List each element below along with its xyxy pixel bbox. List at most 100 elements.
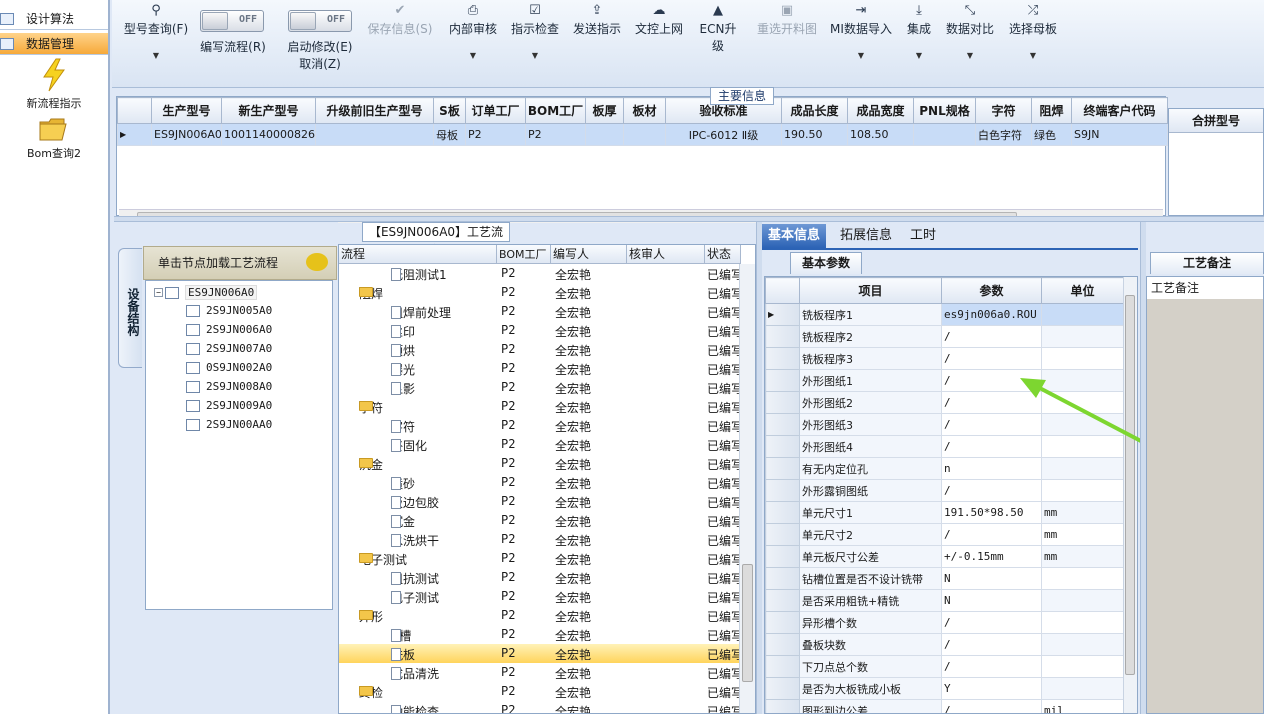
- flow-author-cell[interactable]: 全宏艳: [555, 551, 591, 568]
- chevron-down-icon[interactable]: ▼: [118, 51, 194, 60]
- table-row[interactable]: 外形露铜图纸 /: [765, 479, 1124, 502]
- ecn-upgrade-button[interactable]: ▲ ECN升级: [694, 2, 742, 54]
- chevron-down-icon[interactable]: ▼: [446, 51, 500, 60]
- flow-status-cell[interactable]: 已编写: [707, 513, 739, 530]
- flow-author-cell[interactable]: 全宏艳: [555, 399, 591, 416]
- table-cell[interactable]: S9JN: [1071, 123, 1168, 146]
- flow-author-cell[interactable]: 全宏艳: [555, 608, 591, 625]
- flow-status-cell[interactable]: 已编写: [707, 285, 739, 302]
- flow-step-row[interactable]: 显影 P2 全宏艳 已编写: [339, 378, 739, 397]
- flow-factory-cell[interactable]: P2: [501, 380, 515, 394]
- flow-author-cell[interactable]: 全宏艳: [555, 285, 591, 302]
- flow-status-cell[interactable]: 已编写: [707, 589, 739, 606]
- table-cell[interactable]: IPC-6012 Ⅱ级: [665, 123, 782, 146]
- column-header[interactable]: 终端客户代码: [1071, 97, 1168, 124]
- flow-group-row[interactable]: −字符 P2 全宏艳 已编写: [339, 397, 739, 416]
- flow-factory-cell[interactable]: P2: [501, 342, 515, 356]
- doc-upload-button[interactable]: ☁ 文控上网: [632, 2, 686, 37]
- flow-group-row[interactable]: −外形 P2 全宏艳 已编写: [339, 606, 739, 625]
- flow-factory-cell[interactable]: P2: [501, 418, 515, 432]
- table-row[interactable]: 叠板块数 /: [765, 633, 1124, 656]
- flow-step-row[interactable]: 丝印 P2 全宏艳 已编写: [339, 321, 739, 340]
- table-row[interactable]: 异形槽个数 /: [765, 611, 1124, 634]
- table-cell[interactable]: ES9JN006A0: [151, 123, 222, 146]
- flow-step-row[interactable]: 沉金 P2 全宏艳 已编写: [339, 511, 739, 530]
- flow-author-cell[interactable]: 全宏艳: [555, 361, 591, 378]
- table-row[interactable]: 单元尺寸1 191.50*98.50 mm: [765, 501, 1124, 524]
- table-cell[interactable]: 母板: [433, 123, 466, 146]
- table-row[interactable]: ▶ 铣板程序1 es9jn006a0.ROU: [765, 303, 1124, 326]
- flow-status-cell[interactable]: 已编写: [707, 532, 739, 549]
- flow-status-cell[interactable]: 已编写: [707, 380, 739, 397]
- flow-status-cell[interactable]: 已编写: [707, 646, 739, 663]
- table-row[interactable]: 是否为大板铣成小板 Y: [765, 677, 1124, 700]
- flow-status-cell[interactable]: 已编写: [707, 494, 739, 511]
- flow-author-cell[interactable]: 全宏艳: [555, 342, 591, 359]
- select-master-button[interactable]: ⤮ 选择母板 ▼: [1004, 2, 1062, 60]
- flow-author-cell[interactable]: 全宏艳: [555, 665, 591, 682]
- column-header[interactable]: 板材: [623, 97, 666, 124]
- flow-status-cell[interactable]: 已编写: [707, 456, 739, 473]
- tree-node-root[interactable]: − ES9JN006A0: [154, 285, 258, 300]
- table-row[interactable]: 下刀点总个数 /: [765, 655, 1124, 678]
- flow-group-row[interactable]: −电子测试 P2 全宏艳 已编写: [339, 549, 739, 568]
- tab-extended-info[interactable]: 拓展信息: [834, 224, 898, 248]
- flow-status-cell[interactable]: 已编写: [707, 551, 739, 568]
- flow-status-cell[interactable]: 已编写: [707, 437, 739, 454]
- flow-step-row[interactable]: 成品清洗 P2 全宏艳 已编写: [339, 663, 739, 682]
- tree-node[interactable]: 2S9JN005A0: [186, 304, 272, 317]
- flow-step-row[interactable]: 字符 P2 全宏艳 已编写: [339, 416, 739, 435]
- param-param-cell[interactable]: /: [941, 325, 1042, 348]
- flow-step-row[interactable]: V槽 P2 全宏艳 已编写: [339, 625, 739, 644]
- column-header[interactable]: 核审人: [627, 245, 705, 264]
- column-header[interactable]: 成品宽度: [847, 97, 914, 124]
- tree-node[interactable]: 2S9JN006A0: [186, 323, 272, 336]
- table-cell[interactable]: P2: [525, 123, 586, 146]
- send-indicator-button[interactable]: ⇪ 发送指示: [570, 2, 624, 37]
- flow-factory-cell[interactable]: P2: [501, 570, 515, 584]
- column-header[interactable]: 板厚: [585, 97, 624, 124]
- column-header[interactable]: 编写人: [551, 245, 627, 264]
- mi-import-button[interactable]: ⇥ MI数据导入 ▼: [828, 2, 894, 60]
- nav-item-design-algorithm[interactable]: 设计算法: [0, 8, 108, 30]
- flow-status-cell[interactable]: 已编写: [707, 608, 739, 625]
- nav-item-data-management[interactable]: 数据管理: [0, 33, 108, 55]
- param-param-cell[interactable]: /: [941, 699, 1042, 713]
- table-row[interactable]: 铣板程序3/: [765, 347, 1124, 370]
- param-param-cell[interactable]: N: [941, 589, 1042, 612]
- flow-factory-cell[interactable]: P2: [501, 703, 515, 713]
- table-cell[interactable]: 白色字符: [975, 123, 1032, 146]
- flow-step-row[interactable]: 预烘 P2 全宏艳 已编写: [339, 340, 739, 359]
- scroll-thumb[interactable]: [1125, 295, 1135, 675]
- flow-step-row[interactable]: 喷砂 P2 全宏艳 已编写: [339, 473, 739, 492]
- flow-factory-cell[interactable]: P2: [501, 323, 515, 337]
- bom-query2-button[interactable]: Bom查询2: [0, 116, 108, 161]
- flow-author-cell[interactable]: 全宏艳: [555, 437, 591, 454]
- column-header[interactable]: 新生产型号: [221, 97, 316, 124]
- flow-status-cell[interactable]: 已编写: [707, 418, 739, 435]
- flow-step-row[interactable]: 板边包胶 P2 全宏艳 已编写: [339, 492, 739, 511]
- column-header[interactable]: BOM工厂: [497, 245, 551, 264]
- flow-status-cell[interactable]: 已编写: [707, 304, 739, 321]
- table-cell[interactable]: [585, 123, 624, 146]
- tree-node[interactable]: 2S9JN009A0: [186, 399, 272, 412]
- table-row[interactable]: 是否采用粗铣+精铣 N: [765, 589, 1124, 612]
- flow-status-cell[interactable]: 已编写: [707, 627, 739, 644]
- flow-status-cell[interactable]: 已编写: [707, 266, 739, 283]
- param-param-cell[interactable]: /: [941, 633, 1042, 656]
- column-header[interactable]: 状态: [705, 245, 741, 264]
- param-param-cell[interactable]: /: [941, 523, 1042, 546]
- flow-step-row[interactable]: 功能检查 P2 全宏艳 已编写: [339, 701, 739, 713]
- flow-step-row[interactable]: 阻抗测试 P2 全宏艳 已编写: [339, 568, 739, 587]
- new-flow-indicator-button[interactable]: 新流程指示: [0, 58, 108, 111]
- flow-step-row[interactable]: 水洗烘干 P2 全宏艳 已编写: [339, 530, 739, 549]
- table-row[interactable]: 铣板程序2/: [765, 325, 1124, 348]
- column-header[interactable]: 升级前旧生产型号: [315, 97, 434, 124]
- flow-author-cell[interactable]: 全宏艳: [555, 589, 591, 606]
- flow-factory-cell[interactable]: P2: [501, 304, 515, 318]
- flow-factory-cell[interactable]: P2: [501, 475, 515, 489]
- table-row[interactable]: ▶ ES9JN006A0 10011400008266 母板 P2 P2 IPC…: [117, 123, 1168, 146]
- reselect-layout-button[interactable]: ▣ 重选开料图: [752, 2, 822, 37]
- flow-author-cell[interactable]: 全宏艳: [555, 646, 591, 663]
- flow-author-cell[interactable]: 全宏艳: [555, 494, 591, 511]
